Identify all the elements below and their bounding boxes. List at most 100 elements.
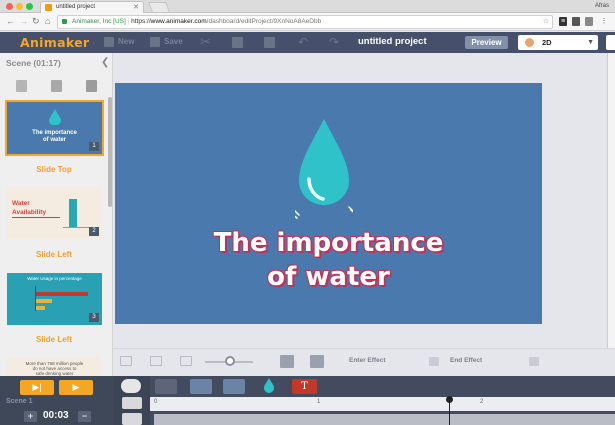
thumb-title: Water Availability bbox=[12, 200, 47, 216]
expand-icon[interactable] bbox=[150, 356, 162, 366]
end-effect-toggle[interactable] bbox=[529, 357, 539, 366]
animaker-logo[interactable]: Animaker bbox=[20, 35, 89, 50]
timeline-tools bbox=[113, 376, 150, 425]
effects-icon[interactable] bbox=[223, 379, 245, 394]
tab-title: untitled project bbox=[56, 4, 96, 10]
menu-icon[interactable]: ⋮ bbox=[600, 17, 608, 26]
water-drop-icon[interactable] bbox=[295, 119, 353, 224]
account-button[interactable] bbox=[606, 35, 615, 50]
save-icon bbox=[150, 36, 160, 47]
camera-icon[interactable] bbox=[122, 397, 142, 409]
app-toolbar: Animaker New Save ✂ ↶ ↷ untitled project… bbox=[0, 32, 615, 53]
forward-arrow-icon[interactable]: → bbox=[19, 15, 28, 28]
scene-duration[interactable]: 00:03 bbox=[43, 410, 69, 421]
timeline-track[interactable]: T 0 1 2 bbox=[150, 376, 615, 425]
underline bbox=[12, 217, 60, 218]
browser-tab[interactable]: untitled project ✕ bbox=[40, 1, 144, 13]
extension-icon[interactable] bbox=[585, 17, 593, 26]
play-timeline-button[interactable]: ▶ bbox=[59, 380, 93, 395]
scene-thumbnail-1[interactable]: The importance of water 1 bbox=[5, 100, 104, 156]
preview-button[interactable]: Preview bbox=[465, 36, 508, 49]
url-input[interactable]: Animaker, Inc [US] | https://www.animake… bbox=[57, 15, 553, 29]
new-file-icon bbox=[104, 36, 114, 47]
fit-screen-icon[interactable] bbox=[120, 356, 132, 366]
scene-number: 1 bbox=[89, 142, 99, 151]
scene-thumbnail-3[interactable]: Water Usage in percentage 3 bbox=[7, 273, 102, 325]
url-scheme: https:// bbox=[131, 18, 151, 25]
timeline-controls: ▶| ▶ Scene 1 + 00:03 − bbox=[0, 376, 113, 425]
increase-duration-button[interactable]: + bbox=[24, 411, 37, 422]
tab-close-icon[interactable]: ✕ bbox=[133, 2, 139, 13]
layer-track[interactable] bbox=[154, 414, 615, 425]
project-title[interactable]: untitled project bbox=[358, 35, 427, 49]
tick-label: 0 bbox=[154, 399, 158, 405]
enter-effect-toggle[interactable] bbox=[429, 357, 439, 366]
end-effect-label[interactable]: End Effect bbox=[450, 357, 482, 364]
scene-panel: Scene (01:17) ❮ The importance of water … bbox=[0, 53, 113, 376]
animation-icon[interactable] bbox=[190, 379, 212, 394]
copy-icon[interactable] bbox=[232, 37, 243, 48]
visibility-icon[interactable] bbox=[155, 379, 177, 394]
scene-thumbnail-4[interactable]: More than 768 million people do not have… bbox=[7, 357, 102, 376]
buffer-extension-icon[interactable]: ≡ bbox=[559, 17, 567, 26]
scene-scrollbar[interactable] bbox=[108, 97, 112, 207]
scene-label: Scene 1 bbox=[6, 398, 33, 405]
bar-agriculture bbox=[36, 292, 88, 296]
home-icon[interactable]: ⌂ bbox=[45, 15, 50, 28]
secure-label: Animaker, Inc [US] bbox=[72, 18, 126, 25]
browser-tab-bar: untitled project ✕ Afras bbox=[0, 0, 615, 13]
save-label: Save bbox=[164, 37, 183, 46]
vertical-scrollbar[interactable] bbox=[607, 53, 615, 348]
text-layer-icon[interactable]: T bbox=[292, 379, 317, 394]
cut-icon[interactable]: ✂ bbox=[200, 34, 211, 50]
bookmark-star-icon[interactable]: ☆ bbox=[542, 17, 550, 26]
play-scene-timeline-button[interactable]: ▶| bbox=[20, 380, 54, 395]
scene-number: 2 bbox=[89, 227, 99, 236]
water-drop-icon[interactable] bbox=[263, 378, 275, 394]
zoom-slider-knob[interactable] bbox=[225, 356, 235, 366]
undo-icon[interactable]: ↶ bbox=[298, 34, 308, 50]
reload-icon[interactable]: ↻ bbox=[32, 15, 40, 28]
paste-icon[interactable] bbox=[264, 37, 275, 48]
pocket-extension-icon[interactable] bbox=[572, 17, 580, 26]
transition-label[interactable]: Slide Top bbox=[0, 165, 108, 174]
scene-header: Scene (01:17) bbox=[6, 58, 61, 68]
redo-icon[interactable]: ↷ bbox=[329, 34, 339, 50]
new-tab-button[interactable] bbox=[148, 2, 170, 12]
mode-value: 2D bbox=[542, 38, 552, 47]
playhead[interactable] bbox=[449, 397, 450, 425]
delete-scene-icon[interactable] bbox=[86, 80, 97, 92]
character-icon[interactable] bbox=[121, 379, 141, 393]
enter-effect-label[interactable]: Enter Effect bbox=[349, 357, 385, 364]
minimize-window-button[interactable] bbox=[16, 3, 23, 10]
bar-industry bbox=[36, 299, 52, 303]
scene-thumbnail-2[interactable]: Water Availability 2 bbox=[7, 187, 102, 239]
scene-title-text[interactable]: The importance of water bbox=[115, 226, 542, 294]
water-bar-graphic bbox=[69, 199, 77, 227]
new-label: New bbox=[118, 37, 135, 46]
transition-label[interactable]: Slide Left bbox=[0, 335, 108, 344]
save-button[interactable]: Save bbox=[150, 35, 183, 49]
maximize-window-button[interactable] bbox=[26, 3, 33, 10]
close-window-button[interactable] bbox=[6, 3, 13, 10]
thumb-title: More than 768 million people do not have… bbox=[25, 361, 84, 376]
decrease-duration-button[interactable]: − bbox=[78, 411, 91, 422]
play-preview-button[interactable] bbox=[280, 355, 294, 368]
timeline-ruler[interactable]: 0 1 2 bbox=[150, 397, 615, 411]
favicon-icon bbox=[45, 4, 52, 11]
duplicate-scene-icon[interactable] bbox=[51, 80, 62, 92]
character-icon bbox=[525, 38, 534, 47]
new-button[interactable]: New bbox=[104, 35, 134, 49]
add-scene-icon[interactable] bbox=[16, 80, 27, 92]
thumb-title: The importance of water bbox=[32, 130, 77, 143]
back-arrow-icon[interactable]: ← bbox=[6, 15, 15, 28]
music-icon[interactable] bbox=[122, 413, 142, 425]
mode-select[interactable]: 2D ▼ bbox=[518, 35, 598, 50]
collapse-panel-icon[interactable]: ❮ bbox=[101, 57, 109, 68]
profile-name[interactable]: Afras bbox=[595, 1, 609, 12]
transition-label[interactable]: Slide Left bbox=[0, 250, 108, 259]
grid-icon[interactable] bbox=[180, 356, 192, 366]
play-scene-button[interactable] bbox=[310, 355, 324, 368]
scene-canvas[interactable]: The importance of water bbox=[115, 83, 542, 324]
water-drop-icon bbox=[49, 109, 61, 125]
